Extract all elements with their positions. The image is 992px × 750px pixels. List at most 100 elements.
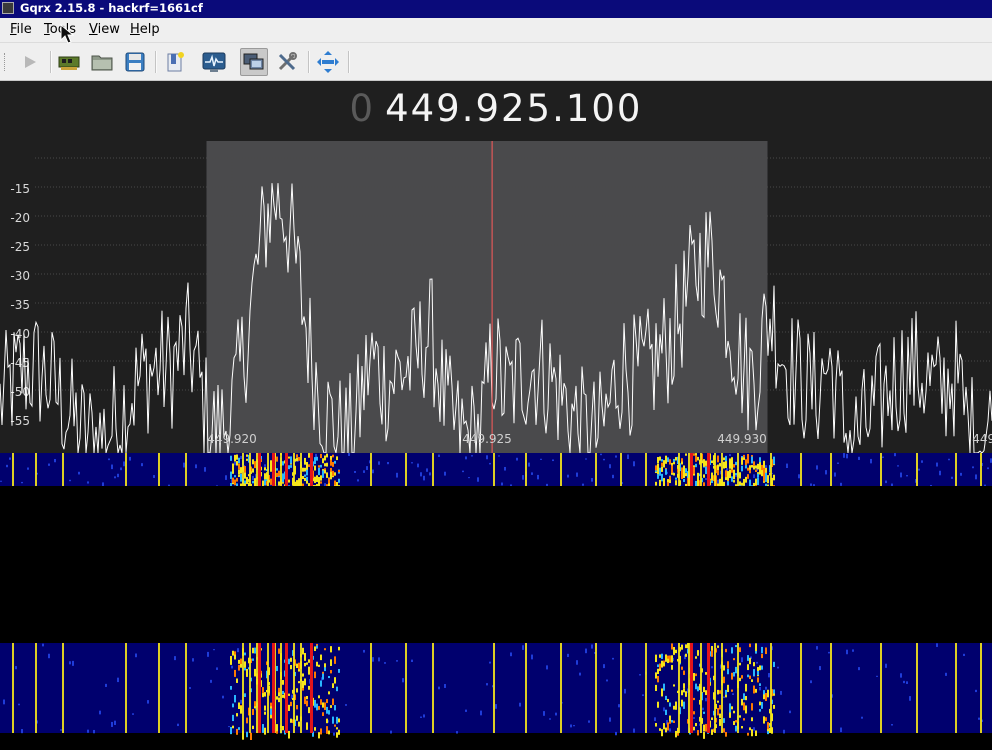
save-settings-button[interactable]	[121, 48, 149, 76]
waterfall-signal	[304, 467, 306, 472]
waterfall-signal	[232, 725, 234, 729]
waterfall-signal	[727, 661, 729, 668]
waterfall-signal	[298, 481, 300, 487]
frequency-display[interactable]: 0 449.925.100	[0, 87, 992, 130]
waterfall-signal	[296, 663, 298, 669]
waterfall-signal	[725, 461, 727, 469]
spectrum-plot[interactable]: -15-20-25-30-35-40-45-50-55449.920 449.92…	[0, 141, 992, 454]
waterfall-signal	[332, 716, 334, 724]
waterfall-signal	[741, 465, 743, 472]
waterfall-signal	[751, 703, 753, 711]
waterfall-signal	[316, 703, 318, 711]
waterfall-carrier	[525, 453, 527, 486]
waterfall-signal	[322, 458, 324, 464]
frequency-value[interactable]: 449.925.100	[385, 87, 642, 130]
waterfall-noise	[192, 658, 194, 662]
waterfall-signal	[320, 481, 322, 484]
bookmarks-button[interactable]	[161, 48, 189, 76]
freq-axis-label: 449.935	[972, 432, 992, 446]
waterfall-noise	[948, 458, 950, 461]
waterfall-signal	[725, 694, 727, 698]
waterfall-carrier	[300, 453, 302, 486]
db-axis-label: -25	[10, 240, 30, 254]
io-devices-button[interactable]	[55, 48, 83, 76]
waterfall-noise	[633, 461, 635, 467]
waterfall-signal	[320, 475, 322, 481]
toolbar-grip[interactable]	[4, 53, 7, 71]
waterfall-signal	[306, 722, 308, 730]
waterfall-signal	[318, 732, 320, 739]
waterfall-carrier	[595, 453, 597, 486]
waterfall-display[interactable]	[0, 453, 992, 746]
waterfall-noise	[789, 710, 791, 714]
waterfall-signal	[655, 465, 657, 471]
frequency-leading-digit[interactable]: 0	[350, 87, 376, 130]
panadapter[interactable]: -15 -20 -25 -30 -35 -40 -45 -50 -55 449.920 449.92…	[0, 141, 992, 454]
waterfall-noise	[54, 458, 56, 463]
waterfall-signal	[685, 453, 687, 456]
waterfall-noise	[693, 717, 695, 719]
waterfall-signal	[767, 722, 769, 730]
waterfall-signal	[735, 473, 737, 476]
waterfall-signal	[264, 479, 266, 486]
waterfall-carrier	[432, 453, 434, 486]
waterfall-signal	[741, 698, 743, 706]
waterfall-signal	[252, 725, 254, 730]
waterfall-signal	[755, 688, 757, 693]
waterfall-noise	[204, 467, 206, 472]
waterfall-signal	[705, 672, 707, 675]
waterfall-noise	[552, 459, 554, 462]
load-settings-button[interactable]	[88, 48, 116, 76]
waterfall-signal	[739, 647, 741, 653]
waterfall-signal	[236, 728, 238, 735]
waterfall-noise	[669, 728, 671, 732]
waterfall-signal	[264, 692, 266, 697]
waterfall-noise	[585, 458, 587, 460]
menu-help[interactable]: Help	[130, 18, 160, 42]
waterfall-signal	[657, 457, 659, 464]
waterfall-signal	[314, 457, 316, 464]
waterfall-signal	[334, 724, 336, 727]
waterfall-signal	[735, 666, 737, 674]
waterfall-signal	[741, 675, 743, 679]
waterfall-noise	[753, 474, 755, 479]
waterfall-signal	[749, 643, 751, 648]
waterfall-signal	[238, 702, 240, 709]
menu-bar: File Tools View Help	[0, 18, 992, 43]
fullscreen-button[interactable]	[314, 48, 342, 76]
waterfall-signal	[711, 460, 713, 464]
waterfall[interactable]	[0, 453, 992, 746]
waterfall-signal	[290, 701, 292, 707]
remote-control-button[interactable]	[240, 48, 268, 76]
waterfall-carrier	[678, 643, 680, 733]
waterfall-signal	[246, 731, 248, 738]
waterfall-carrier	[980, 643, 982, 733]
menu-file[interactable]: File	[10, 18, 32, 42]
waterfall-signal	[336, 456, 338, 461]
settings-button[interactable]	[273, 48, 301, 76]
waterfall-signal	[252, 647, 254, 654]
waterfall-signal	[665, 461, 667, 464]
waterfall-noise	[363, 649, 365, 653]
waterfall-signal	[731, 706, 733, 710]
waterfall-noise	[210, 679, 212, 683]
waterfall-noise	[120, 467, 122, 471]
start-dsp-button[interactable]	[16, 48, 44, 76]
waterfall-signal	[675, 701, 677, 708]
waterfall-signal	[683, 683, 685, 689]
menu-view[interactable]: View	[89, 18, 120, 42]
tools-icon	[278, 52, 297, 71]
waterfall-noise	[840, 727, 842, 733]
iq-recorder-button[interactable]	[200, 48, 228, 76]
waterfall-signal	[667, 722, 669, 731]
waterfall-signal	[673, 720, 675, 723]
waterfall-carrier	[721, 643, 723, 733]
waterfall-signal	[697, 686, 699, 692]
waterfall-noise	[207, 651, 209, 657]
waterfall-signal	[254, 647, 256, 654]
waterfall-noise	[603, 458, 605, 461]
waterfall-carrier	[280, 453, 282, 486]
waterfall-noise	[468, 477, 470, 479]
waterfall-signal	[749, 657, 751, 665]
waterfall-noise	[489, 462, 491, 465]
